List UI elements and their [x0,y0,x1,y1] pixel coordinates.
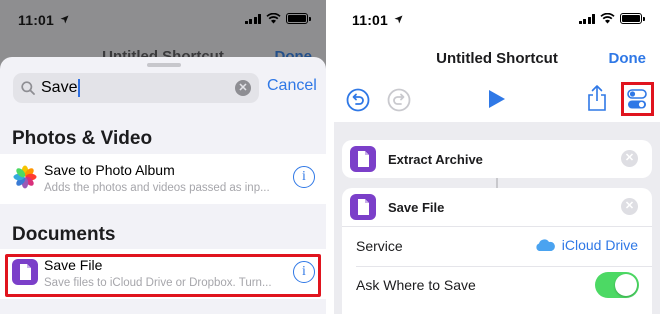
section-header-documents: Documents [12,224,116,245]
right-screen: 11:01 Untitled Shortcut Done Extract Arc… [334,0,660,314]
service-picker[interactable]: iCloud Drive [534,237,638,253]
row-separator [356,266,652,267]
status-bar: 11:01 [334,0,660,36]
info-icon[interactable]: i [293,166,315,188]
item-subtitle: Adds the photos and videos passed as inp… [44,182,270,194]
left-screen: 11:01 Untitled Shortcut Done [0,0,326,314]
cancel-button[interactable]: Cancel [267,77,317,95]
param-label-service: Service [356,238,403,254]
text-cursor [78,79,81,97]
item-title: Save File [44,257,103,273]
highlight-box-settings [621,82,654,116]
clear-circle-icon[interactable]: ✕ [235,80,251,96]
cellular-signal-icon [244,13,261,24]
wifi-icon [266,13,281,24]
action-card-save-file[interactable]: Save File ✕ Service iCloud Drive Ask Whe… [342,188,652,314]
action-card-extract-archive[interactable]: Extract Archive ✕ [342,140,652,178]
close-icon[interactable]: ✕ [621,150,638,167]
close-icon[interactable]: ✕ [621,198,638,215]
panel-divider [326,0,334,314]
action-title: Save File [388,200,445,215]
action-title: Extract Archive [388,152,483,167]
list-item-save-file[interactable]: Save File Save files to iCloud Drive or … [0,249,326,299]
search-icon [21,81,35,95]
row-separator [342,226,652,227]
action-connector [496,178,498,188]
search-input[interactable]: Save [41,79,77,97]
photos-icon [12,164,38,190]
search-bar[interactable]: Save ✕ [13,73,259,103]
undo-icon[interactable] [346,88,370,112]
file-icon [12,259,38,285]
action-search-sheet: Save ✕ Cancel Photos & Video Save to Pho… [0,57,326,314]
battery-icon [286,13,311,24]
toggle-knob [615,274,637,296]
status-time: 11:01 [18,12,55,28]
status-time: 11:01 [352,12,389,28]
cellular-signal-icon [578,13,595,24]
item-title: Save to Photo Album [44,162,175,178]
file-icon [350,194,376,220]
item-subtitle: Save files to iCloud Drive or Dropbox. T… [44,277,272,289]
list-item-save-to-photo-album[interactable]: Save to Photo Album Adds the photos and … [0,154,326,204]
play-icon[interactable] [489,90,505,108]
sheet-grabber[interactable] [147,63,181,67]
wifi-icon [600,13,615,24]
info-icon[interactable]: i [293,261,315,283]
status-icons [578,13,645,24]
service-value: iCloud Drive [561,237,638,253]
icloud-icon [536,239,555,251]
section-header-photos-video: Photos & Video [12,128,153,149]
ask-where-to-save-toggle[interactable] [595,272,639,298]
status-icons [244,13,311,24]
location-arrow-icon [60,15,69,24]
battery-icon [620,13,645,24]
file-icon [350,146,376,172]
share-icon[interactable] [586,84,608,112]
status-bar: 11:01 [0,0,326,36]
redo-icon[interactable] [387,88,411,112]
location-arrow-icon [394,15,403,24]
done-button[interactable]: Done [609,50,647,67]
param-label-ask-where-to-save: Ask Where to Save [356,277,476,293]
screenshot-root: 11:01 Untitled Shortcut Done [0,0,660,314]
